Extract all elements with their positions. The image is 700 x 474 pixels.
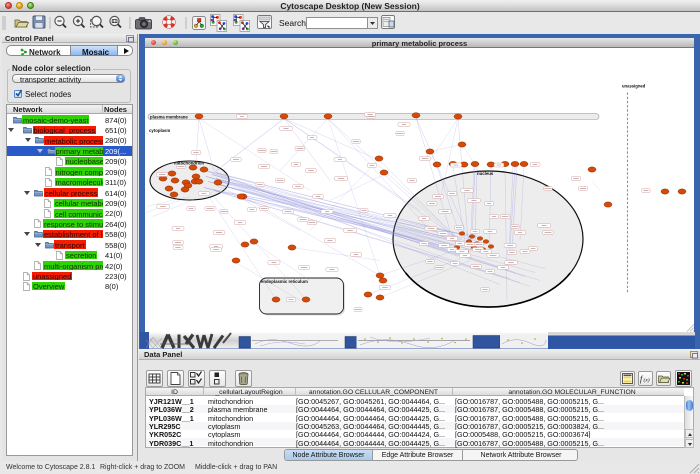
svg-text:endoplasmic reticulum: endoplasmic reticulum bbox=[261, 279, 308, 284]
svg-text:plasma membrane: plasma membrane bbox=[150, 114, 188, 119]
svg-text:Search:: Search: bbox=[279, 18, 308, 28]
svg-text:cytoplasm: cytoplasm bbox=[149, 128, 170, 133]
svg-text:nucleus: nucleus bbox=[477, 171, 494, 176]
svg-text:mitochondrion: mitochondrion bbox=[174, 160, 204, 165]
svg-text:unassigned: unassigned bbox=[622, 83, 646, 88]
svg-text:(x): (x) bbox=[644, 376, 650, 383]
